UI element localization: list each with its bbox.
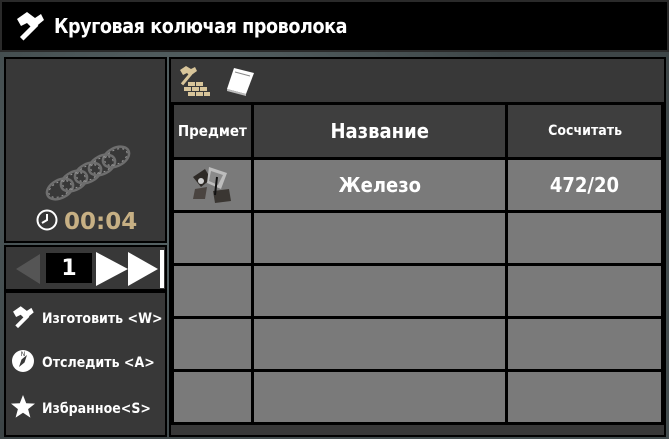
craft-time-value: 00:04 bbox=[64, 209, 138, 235]
ingredient-icon-cell bbox=[171, 157, 254, 213]
window-title-bar: Круговая колючая проволока bbox=[0, 0, 669, 52]
ingredient-icon-cell bbox=[171, 210, 254, 266]
clock-icon bbox=[36, 209, 58, 235]
column-header-name: Название bbox=[250, 102, 509, 160]
ingredient-name bbox=[250, 316, 509, 372]
table-row[interactable]: Железо 472/20 bbox=[171, 157, 664, 213]
tab-bar bbox=[171, 59, 664, 102]
star-icon bbox=[10, 394, 36, 424]
ingredient-name: Железо bbox=[250, 157, 509, 213]
track-button-label: Отследить <A> bbox=[42, 355, 155, 371]
table-row bbox=[171, 369, 664, 425]
svg-text:N: N bbox=[21, 351, 26, 358]
quantity-input[interactable]: 1 bbox=[46, 253, 92, 283]
compass-icon: N bbox=[10, 348, 36, 378]
craft-button[interactable]: Изготовить <W> bbox=[10, 299, 166, 339]
table-row bbox=[171, 263, 664, 319]
ingredient-count: 472/20 bbox=[505, 157, 664, 213]
favorite-button-label: Избранное<S> bbox=[42, 401, 151, 417]
iron-pieces-icon bbox=[187, 167, 237, 209]
table-row bbox=[171, 316, 664, 372]
ingredient-name bbox=[250, 369, 509, 425]
ingredient-icon-cell bbox=[171, 316, 254, 372]
table-row bbox=[171, 210, 664, 266]
decrease-quantity-button[interactable] bbox=[12, 252, 42, 290]
ingredients-table: Предмет Название Сосчитать Железо 472/20 bbox=[171, 102, 664, 425]
ingredient-count bbox=[505, 263, 664, 319]
ingredient-name bbox=[250, 210, 509, 266]
actions-panel: Изготовить <W> N Отследить <A> Избранное… bbox=[4, 291, 167, 437]
column-header-item: Предмет bbox=[171, 102, 254, 160]
crafting-station-icon[interactable] bbox=[177, 63, 213, 99]
ingredient-count bbox=[505, 369, 664, 425]
ingredient-count bbox=[505, 210, 664, 266]
track-button[interactable]: N Отследить <A> bbox=[10, 343, 166, 383]
recipe-book-icon[interactable] bbox=[223, 63, 259, 99]
hammer-icon bbox=[10, 6, 50, 46]
ingredient-name bbox=[250, 263, 509, 319]
max-quantity-button[interactable] bbox=[126, 250, 166, 292]
favorite-button[interactable]: Избранное<S> bbox=[10, 389, 166, 429]
table-header-row: Предмет Название Сосчитать bbox=[171, 102, 664, 160]
increase-quantity-button[interactable] bbox=[94, 250, 130, 292]
column-header-count: Сосчитать bbox=[505, 102, 664, 160]
ingredient-count bbox=[505, 316, 664, 372]
ingredients-panel: Предмет Название Сосчитать Железо 472/20 bbox=[169, 57, 666, 437]
quantity-selector: 1 bbox=[4, 245, 167, 291]
ingredient-icon-cell bbox=[171, 263, 254, 319]
hammer-icon bbox=[10, 304, 36, 334]
ingredient-icon-cell bbox=[171, 369, 254, 425]
craft-time: 00:04 bbox=[36, 209, 137, 235]
craft-button-label: Изготовить <W> bbox=[42, 311, 163, 327]
window-title: Круговая колючая проволока bbox=[54, 14, 348, 38]
item-preview-panel: 00:04 bbox=[4, 57, 167, 243]
barbed-wire-coil-icon bbox=[38, 139, 138, 213]
